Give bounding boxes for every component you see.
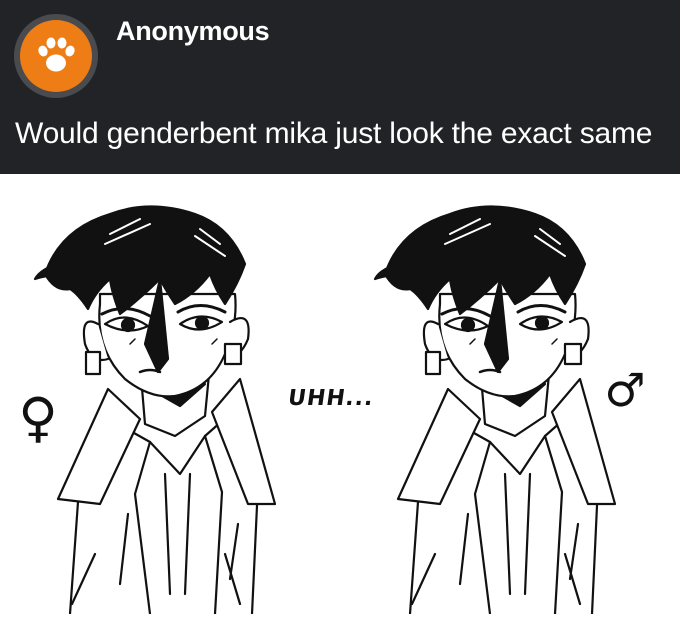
right-character-drawing: [373, 205, 617, 616]
question-text: Would genderbent mika just look the exac…: [15, 117, 653, 150]
male-symbol: ♂: [604, 363, 645, 417]
speech-text: UHH...: [286, 386, 376, 411]
avatar-background: [20, 20, 92, 92]
female-symbol: ♀: [18, 386, 58, 449]
ask-header: Anonymous Would genderbent mika just loo…: [0, 0, 680, 174]
avatar[interactable]: [14, 14, 98, 98]
paw-print-icon: [38, 37, 75, 72]
asker-name[interactable]: Anonymous: [116, 16, 270, 47]
left-character-drawing: [33, 205, 277, 616]
